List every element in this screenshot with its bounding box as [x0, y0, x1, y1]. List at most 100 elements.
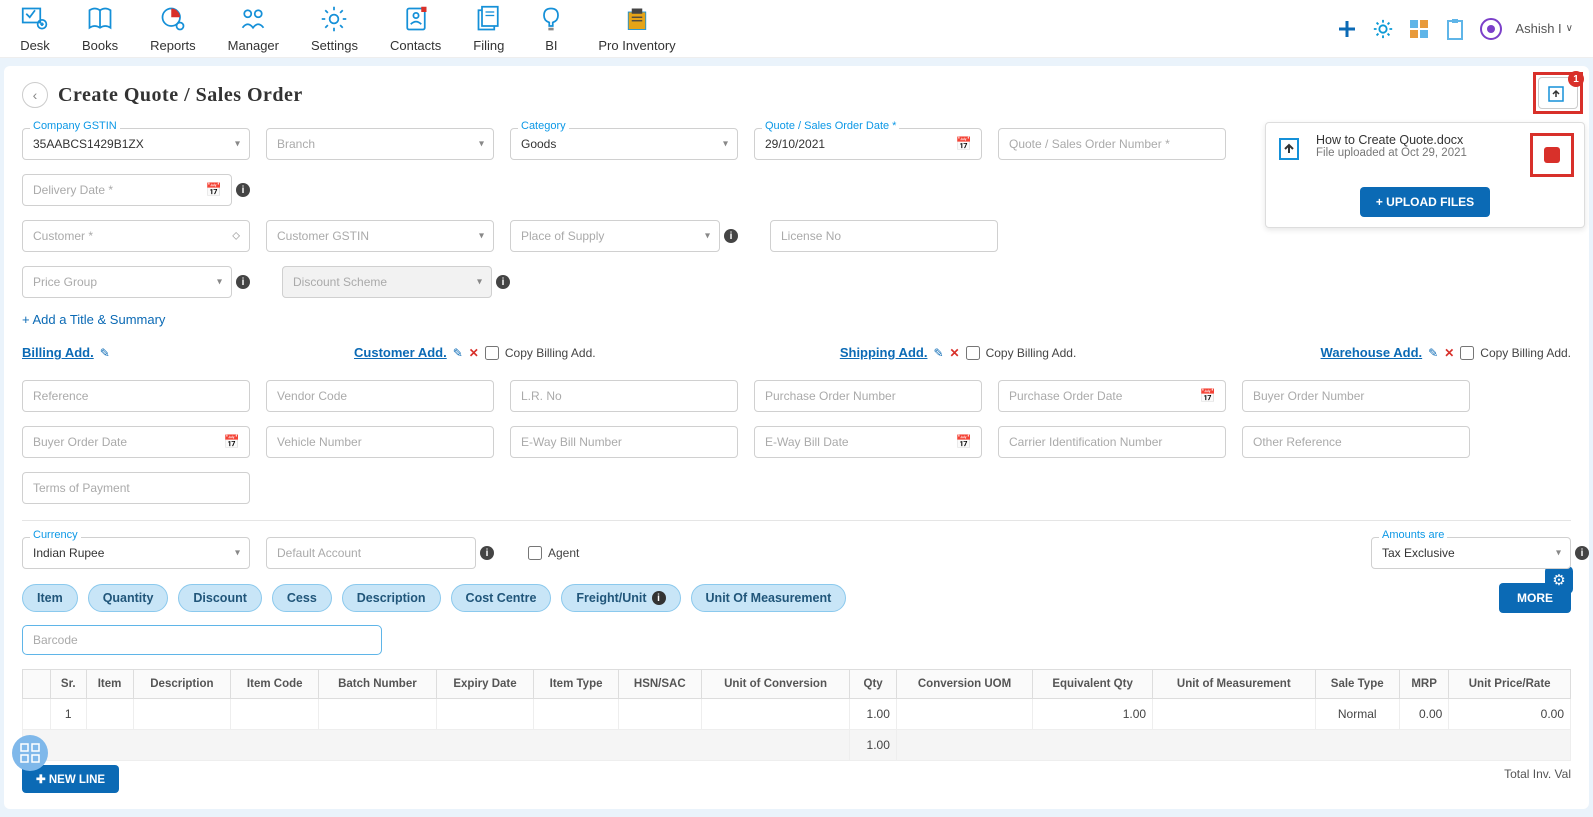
place-of-supply-field[interactable]: Place of Supply▾i [510, 220, 720, 252]
remove-icon[interactable]: ✕ [950, 346, 960, 360]
customer-field[interactable]: Customer *◇ [22, 220, 250, 252]
top-nav: Desk Books Reports Manager Settings Cont… [0, 0, 1593, 58]
copy-billing-checkbox-2[interactable] [966, 346, 980, 360]
pill-item[interactable]: Item [22, 584, 78, 612]
company-gstin-field[interactable]: Company GSTIN35AABCS1429B1ZX▾ [22, 128, 250, 160]
pill-cost-centre[interactable]: Cost Centre [451, 584, 552, 612]
nav-desk[interactable]: Desk [20, 4, 50, 53]
clipboard-icon[interactable] [1443, 17, 1467, 41]
pill-cess[interactable]: Cess [272, 584, 332, 612]
bi-icon [536, 4, 566, 34]
quote-date-field[interactable]: Quote / Sales Order Date *29/10/2021📅 [754, 128, 982, 160]
delete-highlight [1530, 133, 1574, 177]
po-number-field[interactable] [754, 380, 982, 412]
buyer-order-date-field[interactable]: 📅 [22, 426, 250, 458]
filing-icon [474, 4, 504, 34]
copy-billing-checkbox-1[interactable] [485, 346, 499, 360]
upload-files-button[interactable]: + UPLOAD FILES [1360, 187, 1490, 217]
nav-manager[interactable]: Manager [228, 4, 279, 53]
pill-uom[interactable]: Unit Of Measurement [691, 584, 847, 612]
billing-add-link[interactable]: Billing Add. [22, 345, 94, 360]
vendor-code-field[interactable] [266, 380, 494, 412]
buyer-order-number-field[interactable] [1242, 380, 1470, 412]
customer-add-link[interactable]: Customer Add. [354, 345, 447, 360]
po-date-field[interactable]: 📅 [998, 380, 1226, 412]
manager-icon [238, 4, 268, 34]
pill-discount[interactable]: Discount [178, 584, 261, 612]
remove-icon[interactable]: ✕ [469, 346, 479, 360]
gear-icon[interactable] [1371, 17, 1395, 41]
nav-settings[interactable]: Settings [311, 4, 358, 53]
info-icon[interactable]: i [236, 183, 250, 197]
desk-icon [20, 4, 50, 34]
terms-of-payment-field[interactable] [22, 472, 250, 504]
info-icon[interactable]: i [480, 546, 494, 560]
file-icon [1276, 133, 1306, 166]
discount-scheme-field[interactable]: Discount Scheme▾i [282, 266, 492, 298]
apps-icon[interactable] [1407, 17, 1431, 41]
totals-row: 1.00 [23, 730, 1571, 761]
columns-settings-button[interactable]: ⚙ [1545, 566, 1573, 594]
back-button[interactable]: ‹ [22, 82, 48, 108]
reports-icon [158, 4, 188, 34]
nav-books[interactable]: Books [82, 4, 118, 53]
default-account-field[interactable]: Default Accounti [266, 537, 476, 569]
badge-icon[interactable] [1479, 17, 1503, 41]
nav-proinv[interactable]: Pro Inventory [598, 4, 675, 53]
nav-reports[interactable]: Reports [150, 4, 196, 53]
info-icon[interactable]: i [1575, 546, 1589, 560]
amounts-are-field[interactable]: Amounts areTax Exclusive▾i [1371, 537, 1571, 569]
copy-billing-checkbox-3[interactable] [1460, 346, 1474, 360]
settings-icon [319, 4, 349, 34]
other-reference-field[interactable] [1242, 426, 1470, 458]
uploaded-file-meta: File uploaded at Oct 29, 2021 [1316, 147, 1520, 159]
page-title: Create Quote / Sales Order [58, 84, 303, 107]
warehouse-add-link[interactable]: Warehouse Add. [1321, 345, 1423, 360]
edit-icon[interactable]: ✎ [933, 346, 943, 360]
carrier-id-field[interactable] [998, 426, 1226, 458]
pill-quantity[interactable]: Quantity [88, 584, 169, 612]
license-field[interactable] [770, 220, 998, 252]
info-icon[interactable]: i [236, 275, 250, 289]
books-icon [85, 4, 115, 34]
plus-icon[interactable] [1335, 17, 1359, 41]
barcode-input[interactable] [22, 625, 382, 655]
quote-number-field[interactable]: Quote / Sales Order Number * [998, 128, 1226, 160]
pill-description[interactable]: Description [342, 584, 441, 612]
inventory-icon [622, 4, 652, 34]
nav-bi[interactable]: BI [536, 4, 566, 53]
add-title-summary-link[interactable]: + Add a Title & Summary [22, 312, 1571, 327]
info-icon: i [652, 591, 666, 605]
nav-filing[interactable]: Filing [473, 4, 504, 53]
user-menu[interactable]: Ashish I ∨ [1515, 21, 1573, 36]
edit-icon[interactable]: ✎ [100, 346, 110, 360]
info-icon[interactable]: i [496, 275, 510, 289]
delete-icon[interactable] [1544, 147, 1560, 163]
edit-icon[interactable]: ✎ [453, 346, 463, 360]
info-icon[interactable]: i [724, 229, 738, 243]
vehicle-number-field[interactable] [266, 426, 494, 458]
reference-field[interactable] [22, 380, 250, 412]
total-inv-label: Total Inv. Val [1504, 767, 1571, 781]
table-row[interactable]: 1 1.001.00 Normal0.000.00 [23, 699, 1571, 730]
contacts-icon [401, 4, 431, 34]
remove-icon[interactable]: ✕ [1444, 346, 1454, 360]
delivery-date-field[interactable]: Delivery Date *📅i [22, 174, 232, 206]
pill-freight[interactable]: Freight/Unit i [561, 584, 680, 612]
edit-icon[interactable]: ✎ [1428, 346, 1438, 360]
uploaded-file-name: How to Create Quote.docx [1316, 133, 1520, 147]
branch-field[interactable]: Branch▾ [266, 128, 494, 160]
upload-panel: How to Create Quote.docx File uploaded a… [1265, 122, 1585, 228]
category-field[interactable]: CategoryGoods▾ [510, 128, 738, 160]
eway-bill-date-field[interactable]: 📅 [754, 426, 982, 458]
price-group-field[interactable]: Price Group▾i [22, 266, 232, 298]
attachment-highlight: 1 [1533, 72, 1583, 114]
lr-no-field[interactable] [510, 380, 738, 412]
eway-bill-number-field[interactable] [510, 426, 738, 458]
nav-contacts[interactable]: Contacts [390, 4, 441, 53]
shipping-add-link[interactable]: Shipping Add. [840, 345, 928, 360]
currency-field[interactable]: CurrencyIndian Rupee▾ [22, 537, 250, 569]
agent-checkbox[interactable] [528, 546, 542, 560]
customer-gstin-field[interactable]: Customer GSTIN▾ [266, 220, 494, 252]
widget-launcher[interactable] [12, 735, 48, 771]
